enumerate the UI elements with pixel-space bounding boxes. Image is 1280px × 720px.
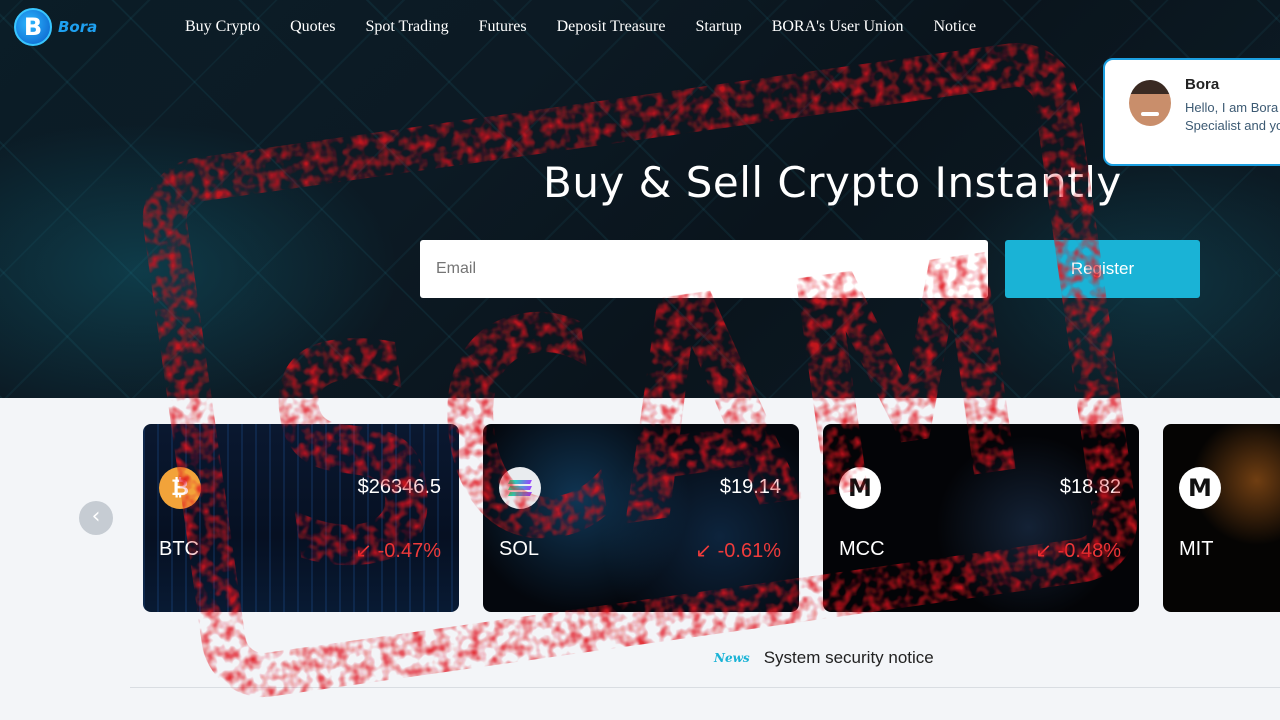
ticker-price: $19.14 — [719, 476, 781, 498]
ticker-card-mit[interactable]: M MIT — [1163, 424, 1280, 612]
email-field[interactable] — [420, 240, 988, 298]
ticker-symbol: SOL — [499, 538, 540, 560]
ticker-change: ↙ -0.48% — [1035, 538, 1121, 563]
ticker-symbol: BTC — [159, 538, 199, 560]
ticker-card-btc[interactable]: ₿ $26346.5 BTC ↙ -0.47% — [143, 424, 459, 612]
ticker-symbol: MIT — [1179, 538, 1214, 560]
chat-message: Hello, I am Bora Specialist and you. — [1185, 100, 1280, 133]
arrow-down-left-icon: ↙ — [355, 540, 373, 562]
nav-item-user-union[interactable]: BORA's User Union — [772, 0, 904, 54]
bitcoin-icon: ₿ — [159, 467, 201, 509]
nav-item-quotes[interactable]: Quotes — [290, 0, 335, 54]
avatar — [1129, 80, 1171, 126]
hero-title: Buy & Sell Crypto Instantly — [543, 158, 1122, 207]
chevron-left-icon[interactable]: ‹ — [79, 501, 113, 535]
chat-popup[interactable]: Bora Hello, I am Bora Specialist and you… — [1103, 58, 1280, 166]
news-icon: News — [714, 651, 750, 665]
news-bar: News System security notice — [714, 648, 934, 668]
divider — [130, 687, 1280, 688]
ticker-price: $18.82 — [1059, 476, 1121, 498]
ticker-card-sol[interactable]: $19.14 SOL ↙ -0.61% — [483, 424, 799, 612]
ticker-change-value: -0.48% — [1057, 540, 1121, 562]
chat-agent-name: Bora — [1185, 76, 1220, 93]
arrow-down-left-icon: ↙ — [1035, 540, 1053, 562]
nav-item-spot-trading[interactable]: Spot Trading — [365, 0, 448, 54]
arrow-down-left-icon: ↙ — [695, 540, 713, 562]
nav-item-deposit-treasure[interactable]: Deposit Treasure — [557, 0, 666, 54]
nav-item-startup[interactable]: Startup — [695, 0, 741, 54]
nav-item-futures[interactable]: Futures — [479, 0, 527, 54]
m-coin-icon: M — [1179, 467, 1221, 509]
register-button[interactable]: Register — [1005, 240, 1200, 298]
logo-icon: B — [14, 8, 52, 46]
ticker-symbol: MCC — [839, 538, 885, 560]
ticker-change: ↙ -0.47% — [355, 538, 441, 563]
news-headline[interactable]: System security notice — [764, 648, 934, 668]
m-coin-icon: M — [839, 467, 881, 509]
top-navigation: B Bora Buy Crypto Quotes Spot Trading Fu… — [0, 0, 1280, 54]
ticker-change-value: -0.61% — [717, 540, 781, 562]
nav-item-buy-crypto[interactable]: Buy Crypto — [185, 0, 260, 54]
ticker-change: ↙ -0.61% — [695, 538, 781, 563]
hero-glow — [0, 120, 400, 398]
logo-text: Bora — [58, 18, 98, 36]
ticker-card-mcc[interactable]: M $18.82 MCC ↙ -0.48% — [823, 424, 1139, 612]
solana-icon — [499, 467, 541, 509]
ticker-price: $26346.5 — [357, 476, 441, 498]
ticker-change-value: -0.47% — [377, 540, 441, 562]
nav-item-notice[interactable]: Notice — [933, 0, 976, 54]
nav-links: Buy Crypto Quotes Spot Trading Futures D… — [170, 0, 991, 54]
logo[interactable]: B Bora — [14, 7, 114, 47]
